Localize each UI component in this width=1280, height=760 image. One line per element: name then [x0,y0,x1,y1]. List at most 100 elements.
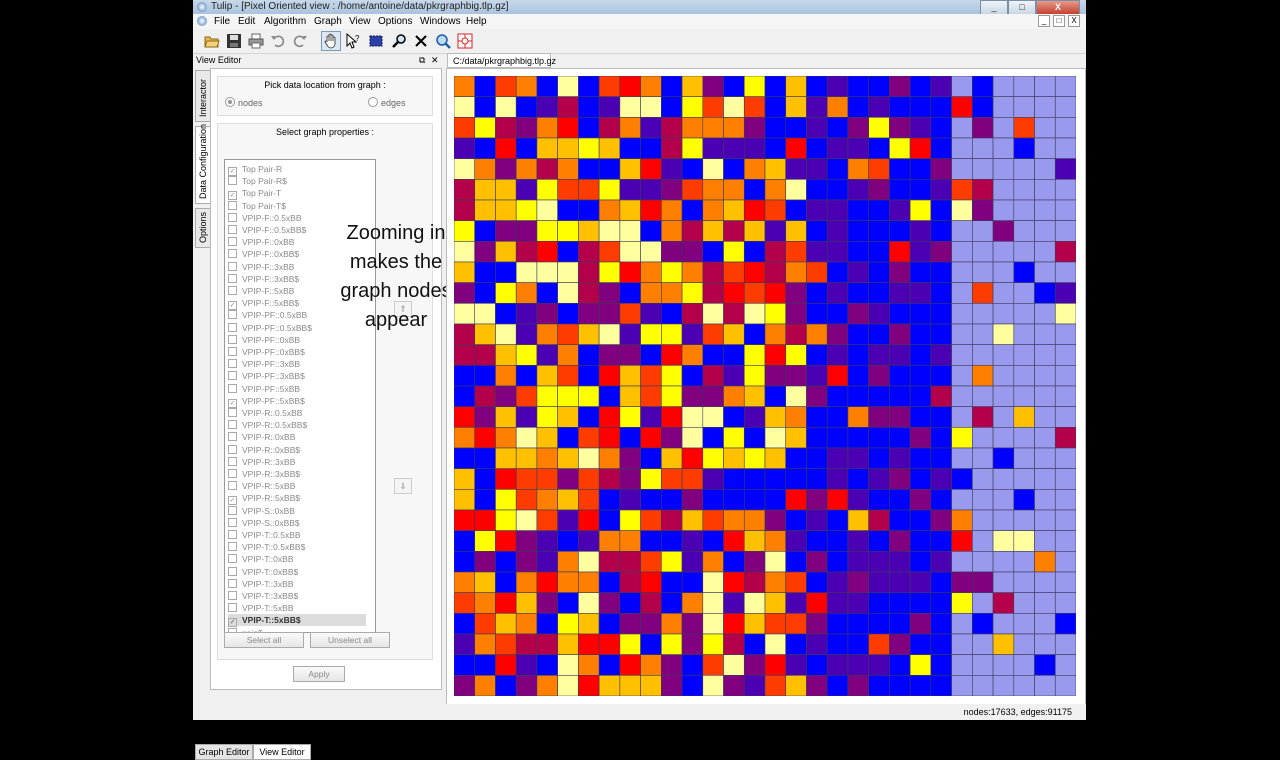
graph-node-pixel[interactable] [557,509,579,531]
graph-node-pixel[interactable] [1054,220,1076,242]
graph-node-pixel[interactable] [826,96,849,118]
graph-node-pixel[interactable] [785,385,807,407]
graph-node-pixel[interactable] [598,220,621,242]
graph-node-pixel[interactable] [681,613,704,635]
graph-node-pixel[interactable] [889,199,911,221]
graph-node-pixel[interactable] [785,633,807,655]
graph-node-pixel[interactable] [764,571,787,593]
graph-node-pixel[interactable] [1054,303,1076,325]
graph-node-pixel[interactable] [909,323,932,345]
graph-node-pixel[interactable] [661,261,683,283]
graph-node-pixel[interactable] [1034,220,1056,242]
graph-node-pixel[interactable] [1034,385,1056,407]
graph-node-pixel[interactable] [951,365,973,387]
graph-node-pixel[interactable] [723,344,745,366]
graph-node-pixel[interactable] [661,76,683,97]
graph-node-pixel[interactable] [909,137,932,159]
graph-node-pixel[interactable] [889,220,911,242]
graph-node-pixel[interactable] [743,468,766,490]
graph-node-pixel[interactable] [474,344,496,366]
graph-node-pixel[interactable] [681,427,704,449]
property-checkbox[interactable] [228,286,237,295]
graph-node-pixel[interactable] [723,96,745,118]
graph-node-pixel[interactable] [847,385,869,407]
select-arrow-icon[interactable]: ? [344,32,362,50]
graph-node-pixel[interactable] [495,571,517,593]
graph-node-pixel[interactable] [930,385,952,407]
graph-node-pixel[interactable] [454,633,476,655]
mdi-restore-button[interactable]: □ [1053,15,1065,27]
graph-node-pixel[interactable] [764,406,787,428]
graph-node-pixel[interactable] [515,158,538,180]
graph-node-pixel[interactable] [889,323,911,345]
graph-node-pixel[interactable] [1054,427,1076,449]
graph-node-pixel[interactable] [930,117,952,139]
graph-node-pixel[interactable] [806,96,828,118]
graph-node-pixel[interactable] [640,137,662,159]
redo-icon[interactable] [291,32,309,50]
graph-node-pixel[interactable] [743,303,766,325]
graph-node-pixel[interactable] [1034,241,1056,263]
graph-node-pixel[interactable] [992,509,1015,531]
graph-node-pixel[interactable] [454,241,476,263]
graph-node-pixel[interactable] [515,385,538,407]
graph-node-pixel[interactable] [495,675,517,696]
graph-node-pixel[interactable] [619,633,641,655]
graph-node-pixel[interactable] [847,427,869,449]
graph-node-pixel[interactable] [578,447,600,469]
graph-node-pixel[interactable] [557,365,579,387]
graph-node-pixel[interactable] [1054,282,1076,304]
graph-node-pixel[interactable] [681,137,704,159]
graph-node-pixel[interactable] [454,427,476,449]
graph-node-pixel[interactable] [702,654,724,676]
graph-node-pixel[interactable] [1013,76,1035,97]
property-checkbox[interactable] [228,408,237,417]
property-checkbox[interactable] [228,237,237,247]
graph-node-pixel[interactable] [847,551,869,573]
graph-node-pixel[interactable] [1054,468,1076,490]
graph-node-pixel[interactable] [619,571,641,593]
graph-node-pixel[interactable] [640,385,662,407]
graph-node-pixel[interactable] [847,137,869,159]
graph-node-pixel[interactable] [889,654,911,676]
graph-node-pixel[interactable] [681,592,704,614]
graph-node-pixel[interactable] [992,96,1015,118]
property-checkbox[interactable] [228,200,237,210]
graph-node-pixel[interactable] [702,551,724,573]
graph-node-pixel[interactable] [992,303,1015,325]
graph-node-pixel[interactable] [868,468,890,490]
property-checkbox[interactable] [228,603,237,613]
graph-node-pixel[interactable] [909,199,932,221]
select-all-button[interactable]: Select all [224,632,304,648]
menu-view[interactable]: View [349,14,371,29]
graph-node-pixel[interactable] [785,261,807,283]
graph-node-pixel[interactable] [930,592,952,614]
graph-node-pixel[interactable] [723,241,745,263]
graph-node-pixel[interactable] [619,613,641,635]
graph-node-pixel[interactable] [1013,551,1035,573]
graph-node-pixel[interactable] [930,199,952,221]
graph-node-pixel[interactable] [889,427,911,449]
graph-node-pixel[interactable] [743,199,766,221]
graph-node-pixel[interactable] [1054,613,1076,635]
graph-node-pixel[interactable] [806,241,828,263]
graph-node-pixel[interactable] [619,530,641,552]
graph-node-pixel[interactable] [1013,447,1035,469]
graph-node-pixel[interactable] [1013,427,1035,449]
graph-node-pixel[interactable] [826,344,849,366]
graph-node-pixel[interactable] [454,117,476,139]
graph-node-pixel[interactable] [1013,96,1035,118]
graph-node-pixel[interactable] [619,551,641,573]
graph-node-pixel[interactable] [764,158,787,180]
graph-node-pixel[interactable] [826,261,849,283]
graph-node-pixel[interactable] [702,282,724,304]
graph-node-pixel[interactable] [598,117,621,139]
property-checkbox[interactable] [228,554,237,564]
graph-node-pixel[interactable] [764,241,787,263]
graph-node-pixel[interactable] [640,303,662,325]
graph-node-pixel[interactable] [619,385,641,407]
graph-node-pixel[interactable] [806,199,828,221]
graph-node-pixel[interactable] [951,509,973,531]
graph-node-pixel[interactable] [557,282,579,304]
graph-node-pixel[interactable] [972,323,994,345]
